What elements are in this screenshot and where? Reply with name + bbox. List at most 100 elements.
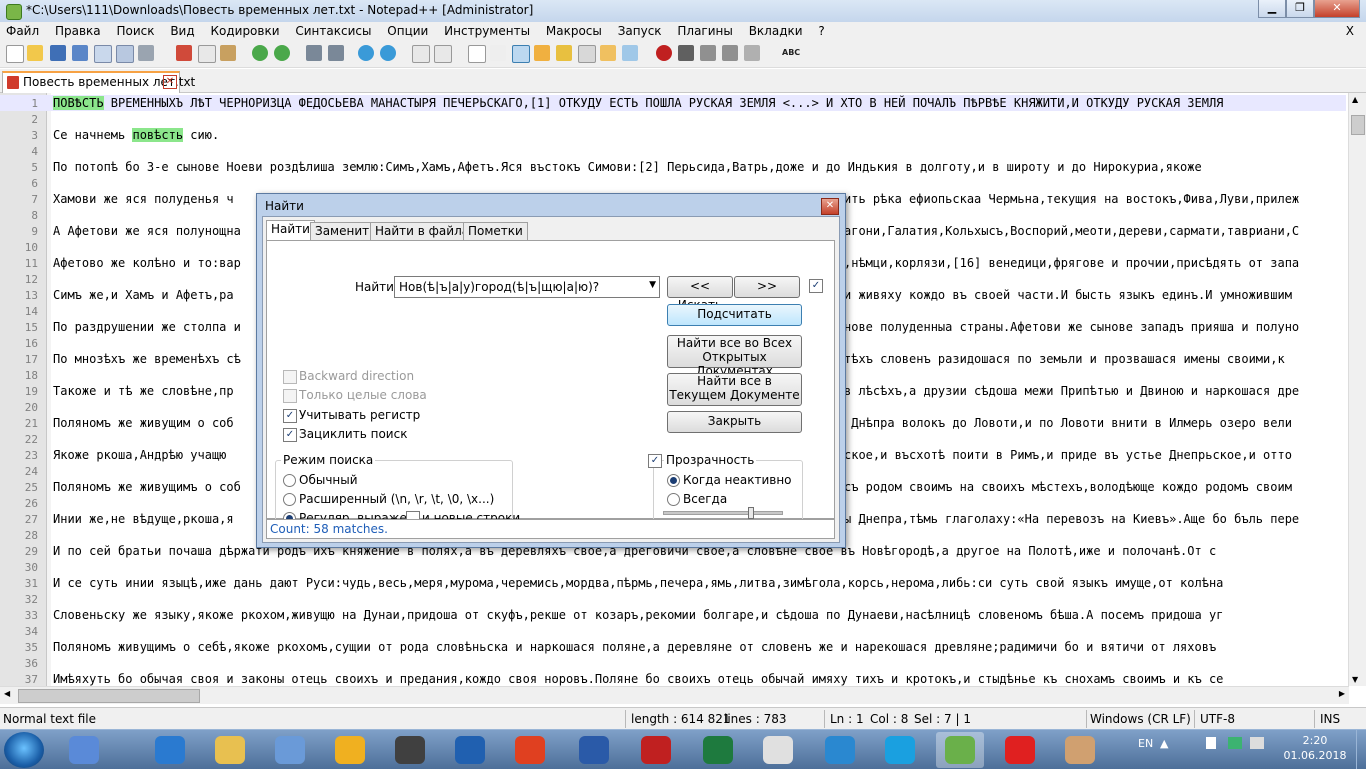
audio-app-taskbar-icon[interactable]: [146, 732, 194, 768]
phone-sync-app-taskbar-icon[interactable]: [816, 732, 864, 768]
paint-app-taskbar-icon[interactable]: [1056, 732, 1104, 768]
chrome-app-taskbar-icon[interactable]: [754, 732, 802, 768]
text-line[interactable]: 6: [0, 175, 1346, 191]
replace-icon[interactable]: [328, 45, 344, 61]
scroll-right-icon[interactable]: ▶: [1339, 689, 1345, 698]
photo-editor-app-taskbar-icon[interactable]: [386, 732, 434, 768]
yandex-app-taskbar-icon[interactable]: [996, 732, 1044, 768]
tab-document[interactable]: Повесть временных лет.txt ✕: [2, 71, 195, 93]
menu-help[interactable]: ?: [812, 22, 830, 40]
text-line[interactable]: 31 И се суть инии языцѣ,иже дань дают Рус…: [0, 575, 1346, 591]
gpu-app-taskbar-icon[interactable]: [632, 732, 680, 768]
text-line[interactable]: 2: [0, 111, 1346, 127]
menu-view[interactable]: Вид: [164, 22, 200, 40]
tray-show-hidden-icon[interactable]: ▲: [1160, 737, 1168, 750]
text-line[interactable]: 1 ПОВѢСТЬ ВРЕМЕННЫХЪ ЛѢТ ЧЕРНОРИЗЦА ФЕДОС…: [0, 95, 1346, 111]
menu-search[interactable]: Поиск: [110, 22, 160, 40]
close-icon[interactable]: [94, 45, 112, 63]
status-encoding[interactable]: UTF-8: [1200, 712, 1235, 726]
show-desktop-button[interactable]: [1356, 730, 1366, 769]
find-all-current-doc-button[interactable]: Найти все в Текущем Документе: [667, 373, 802, 406]
menu-file[interactable]: Файл: [0, 22, 45, 40]
stop-record-icon[interactable]: [678, 45, 694, 61]
print-icon[interactable]: [138, 45, 154, 61]
find-all-open-docs-button[interactable]: Найти все во Всех Открытых Документах: [667, 335, 802, 378]
spell-check-icon[interactable]: ABC: [782, 45, 804, 61]
text-line[interactable]: 34: [0, 623, 1346, 639]
notepadpp-app-taskbar-icon[interactable]: [936, 732, 984, 768]
skype-app-taskbar-icon[interactable]: [876, 732, 924, 768]
play-multiple-icon[interactable]: [722, 45, 738, 61]
text-line[interactable]: 5 По потопѣ бо 3-е сынове Ноеви роздѣлиша…: [0, 159, 1346, 175]
save-all-icon[interactable]: [72, 45, 88, 61]
vertical-scrollbar[interactable]: ▲ ▼: [1348, 93, 1366, 686]
doc-map-icon[interactable]: [556, 45, 572, 61]
minimize-button[interactable]: ▁: [1258, 0, 1286, 18]
menu-language[interactable]: Синтаксисы: [289, 22, 377, 40]
paste-icon[interactable]: [220, 45, 236, 61]
count-button[interactable]: Подсчитать: [667, 304, 802, 326]
wrap-around-checkbox[interactable]: ✓: [283, 428, 297, 442]
function-list-icon[interactable]: [578, 45, 596, 63]
text-line[interactable]: 30: [0, 559, 1346, 575]
file-explorer-taskbar-icon[interactable]: [206, 732, 254, 768]
menu-tools[interactable]: Инструменты: [438, 22, 536, 40]
tab-close-icon[interactable]: ✕: [163, 75, 177, 89]
microphone-app-taskbar-icon[interactable]: [60, 732, 108, 768]
zoom-in-icon[interactable]: [358, 45, 374, 61]
mode-normal-radio[interactable]: [283, 474, 296, 487]
scroll-up-icon[interactable]: ▲: [1352, 95, 1358, 104]
match-case-checkbox[interactable]: ✓: [283, 409, 297, 423]
transparency-slider-knob[interactable]: [748, 507, 754, 519]
folder-workspace-icon[interactable]: [600, 45, 616, 61]
close-all-icon[interactable]: [116, 45, 134, 63]
menu-window[interactable]: Вкладки: [743, 22, 809, 40]
transparency-checkbox[interactable]: ✓: [648, 454, 662, 468]
usb-icon[interactable]: [1206, 737, 1216, 749]
cut-icon[interactable]: [176, 45, 192, 61]
clock[interactable]: 2:20 01.06.2018: [1280, 733, 1350, 763]
vertical-scroll-thumb[interactable]: [1351, 115, 1365, 135]
backward-direction-checkbox[interactable]: [283, 370, 297, 384]
excel-app-taskbar-icon[interactable]: [694, 732, 742, 768]
play-macro-icon[interactable]: [700, 45, 716, 61]
status-eol[interactable]: Windows (CR LF): [1090, 712, 1191, 726]
horizontal-scrollbar[interactable]: ◀ ▶: [0, 686, 1349, 704]
horizontal-scroll-thumb[interactable]: [18, 689, 200, 703]
indent-guide-icon[interactable]: [512, 45, 530, 63]
scroll-left-icon[interactable]: ◀: [4, 689, 10, 698]
record-macro-icon[interactable]: [656, 45, 672, 61]
undo-icon[interactable]: [252, 45, 268, 61]
zoom-out-icon[interactable]: [380, 45, 396, 61]
transparency-always-radio[interactable]: [667, 493, 680, 506]
word-app-taskbar-icon[interactable]: [570, 732, 618, 768]
network-icon[interactable]: [1250, 737, 1264, 749]
battery-icon[interactable]: [1228, 737, 1242, 749]
scroll-down-icon[interactable]: ▼: [1352, 675, 1358, 684]
mode-extended-radio[interactable]: [283, 493, 296, 506]
find-input[interactable]: Нов(ѣ|ъ|а|у)город(ѣ|ъ|щю|а|ю)? ▼: [394, 276, 660, 298]
save-macro-icon[interactable]: [744, 45, 760, 61]
menu-run[interactable]: Запуск: [612, 22, 668, 40]
start-button[interactable]: [4, 732, 44, 768]
word-wrap-icon[interactable]: [468, 45, 486, 63]
text-line[interactable]: 32: [0, 591, 1346, 607]
menu-edit[interactable]: Правка: [49, 22, 107, 40]
media-player-app-taskbar-icon[interactable]: [506, 732, 554, 768]
close-dialog-button[interactable]: Закрыть: [667, 411, 802, 433]
language-indicator[interactable]: EN: [1138, 737, 1153, 750]
transparency-inactive-radio[interactable]: [667, 474, 680, 487]
text-line[interactable]: 3 Се начнемь повѣсть сию.: [0, 127, 1346, 143]
find-dialog-close-button[interactable]: ✕: [821, 198, 839, 215]
copy-icon[interactable]: [198, 45, 216, 63]
redo-icon[interactable]: [274, 45, 290, 61]
open-file-icon[interactable]: [27, 45, 43, 61]
tab-mark[interactable]: Пометки: [463, 222, 528, 242]
sync-horizontal-icon[interactable]: [434, 45, 452, 63]
text-line[interactable]: 37 Имѣяхуть бо обычая своя и законы отець…: [0, 671, 1346, 686]
direction-checkbox[interactable]: ✓: [809, 279, 823, 293]
text-line[interactable]: 4: [0, 143, 1346, 159]
whole-word-checkbox[interactable]: [283, 389, 297, 403]
orange-v-app-taskbar-icon[interactable]: [326, 732, 374, 768]
photos-app-taskbar-icon[interactable]: [266, 732, 314, 768]
